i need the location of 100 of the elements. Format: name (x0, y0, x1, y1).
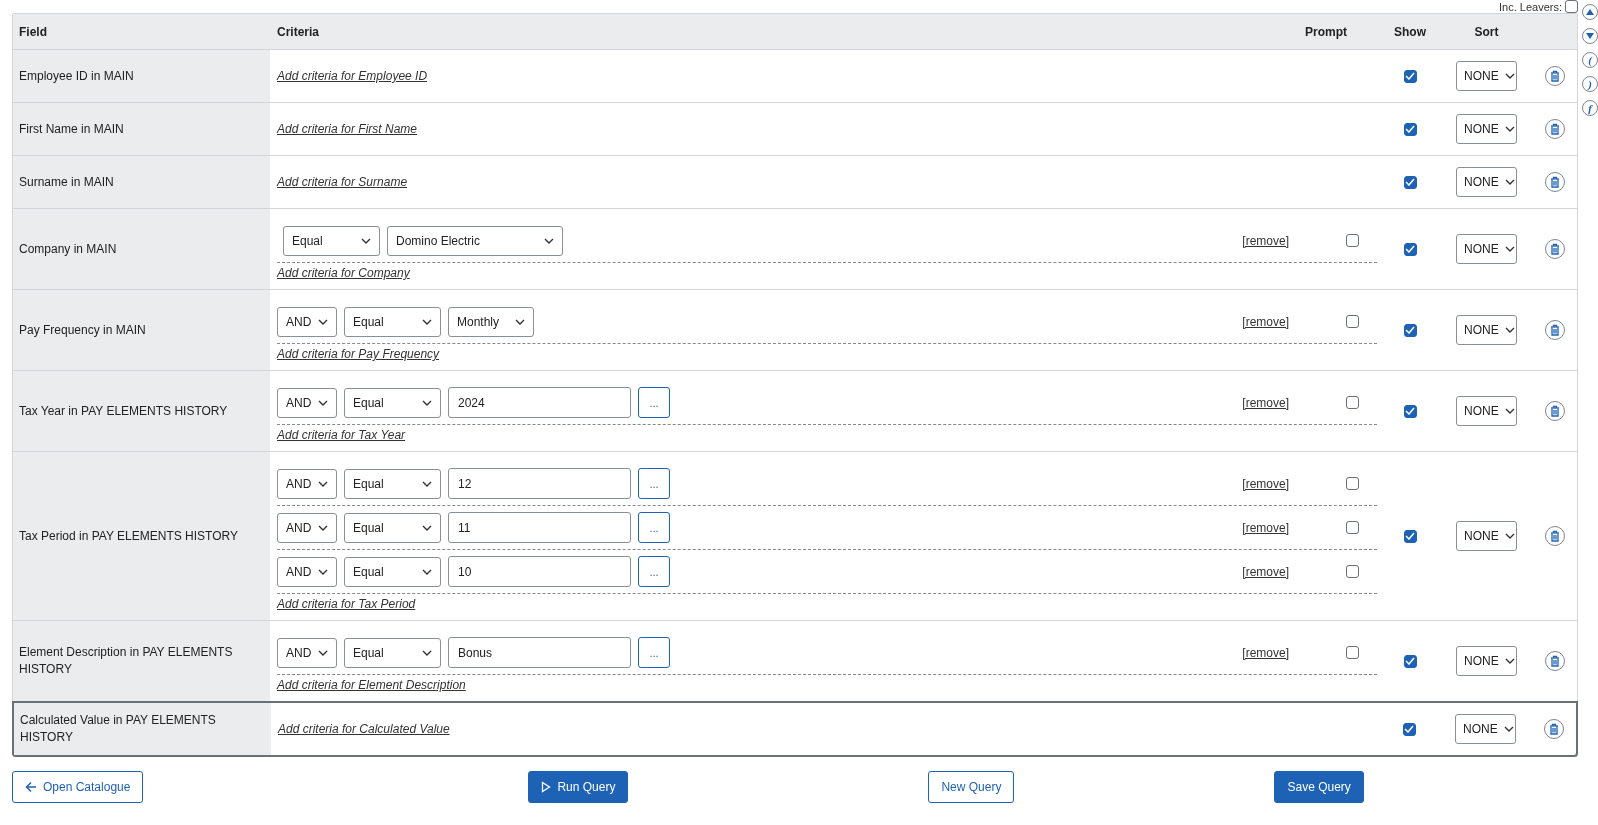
action-button[interactable]: Save Query (1274, 771, 1364, 803)
prompt-checkbox[interactable] (1345, 646, 1359, 659)
show-checkbox[interactable] (1403, 529, 1417, 543)
side-button[interactable]: ) (1582, 76, 1598, 92)
delete-button[interactable] (1545, 401, 1565, 421)
add-criteria-link[interactable]: Add criteria for Pay Frequency (277, 347, 440, 361)
remove-link[interactable]: [remove] (1242, 233, 1289, 248)
sort-dropdown[interactable]: NONE (1456, 114, 1517, 144)
move-down-button[interactable] (1582, 28, 1598, 44)
remove-link[interactable]: [remove] (1242, 395, 1289, 410)
remove-link[interactable]: [remove] (1242, 520, 1289, 535)
show-checkbox[interactable] (1403, 404, 1417, 418)
remove-link[interactable]: [remove] (1242, 476, 1289, 491)
sort-dropdown[interactable]: NONE (1456, 234, 1517, 264)
prompt-checkbox[interactable] (1345, 234, 1359, 247)
prompt-checkbox[interactable] (1345, 477, 1359, 490)
conjunction-dropdown[interactable]: AND (277, 637, 337, 668)
add-criteria-link[interactable]: Add criteria for Tax Period (277, 597, 416, 611)
table-row[interactable]: Tax Period in PAY ELEMENTS HISTORY AND Equal 12 ... [remove] AND Equal 11 ... [remove] AND Equal 10 ... [remove] Add criteria for Tax Period NONE (13, 452, 1577, 621)
add-criteria-link[interactable]: Add criteria for Calculated Value (278, 722, 450, 736)
lookup-button[interactable]: ... (638, 468, 670, 499)
lookup-button[interactable]: ... (638, 637, 670, 668)
field-name: Employee ID in MAIN (19, 67, 134, 85)
value-field[interactable]: 2024 (448, 387, 631, 418)
operator-dropdown[interactable]: Equal (344, 637, 441, 668)
show-checkbox[interactable] (1403, 69, 1417, 83)
side-button[interactable]: f (1582, 100, 1598, 116)
remove-link[interactable]: [remove] (1242, 645, 1289, 660)
sort-dropdown[interactable]: NONE (1456, 61, 1517, 91)
sort-dropdown[interactable]: NONE (1456, 646, 1517, 676)
prompt-checkbox[interactable] (1345, 315, 1359, 328)
show-checkbox[interactable] (1403, 175, 1417, 189)
delete-button[interactable] (1545, 526, 1565, 546)
sort-dropdown[interactable]: NONE (1455, 714, 1516, 744)
inc-leavers-checkbox[interactable] (1565, 0, 1578, 13)
sort-dropdown[interactable]: NONE (1456, 167, 1517, 197)
add-criteria-link[interactable]: Add criteria for Employee ID (277, 69, 428, 83)
table-row[interactable]: First Name in MAIN Add criteria for First Name NONE (13, 103, 1577, 156)
add-criteria-link[interactable]: Add criteria for First Name (277, 122, 418, 136)
operator-dropdown[interactable]: Equal (344, 387, 441, 418)
show-checkbox[interactable] (1403, 122, 1417, 136)
operator-dropdown[interactable]: Equal (344, 556, 441, 587)
side-button[interactable]: ( (1582, 52, 1598, 68)
value-field[interactable]: 11 (448, 512, 631, 543)
operator-dropdown[interactable]: Equal (344, 512, 441, 543)
conjunction-dropdown[interactable]: AND (277, 387, 337, 418)
prompt-checkbox[interactable] (1345, 565, 1359, 578)
remove-link[interactable]: [remove] (1242, 314, 1289, 329)
prompt-checkbox[interactable] (1345, 521, 1359, 534)
lookup-button[interactable]: ... (638, 512, 670, 543)
delete-button[interactable] (1545, 119, 1565, 139)
lookup-button[interactable]: ... (638, 387, 670, 418)
delete-button[interactable] (1545, 239, 1565, 259)
table-row[interactable]: Element Description in PAY ELEMENTS HISTORY AND Equal Bonus ... [remove] Add criteria for Element Description NONE (13, 621, 1577, 702)
delete-button[interactable] (1545, 66, 1565, 86)
play-icon (541, 781, 552, 793)
value-field[interactable]: 12 (448, 468, 631, 499)
operator-dropdown[interactable]: Equal (283, 225, 380, 256)
operator-dropdown[interactable]: Equal (344, 468, 441, 499)
table-row[interactable]: Surname in MAIN Add criteria for Surname NONE (13, 156, 1577, 209)
value-field[interactable]: Bonus (448, 637, 631, 668)
chevron-down-icon (1503, 726, 1514, 732)
show-checkbox[interactable] (1403, 323, 1417, 337)
delete-button[interactable] (1544, 719, 1564, 739)
sort-dropdown[interactable]: NONE (1456, 396, 1517, 426)
sort-dropdown[interactable]: NONE (1456, 315, 1517, 345)
show-checkbox[interactable] (1403, 654, 1417, 668)
add-criteria-link[interactable]: Add criteria for Surname (277, 175, 408, 189)
action-button[interactable]: Open Catalogue (12, 771, 144, 803)
operator-dropdown[interactable]: Equal (344, 306, 441, 337)
delete-button[interactable] (1545, 651, 1565, 671)
trash-icon (1550, 243, 1560, 255)
column-header: Criteria (276, 24, 321, 39)
add-criteria-link[interactable]: Add criteria for Element Description (277, 678, 466, 692)
table-row[interactable]: Calculated Value in PAY ELEMENTS HISTORY Add criteria for Calculated Value NONE (12, 701, 1578, 757)
conjunction-dropdown[interactable]: AND (277, 512, 337, 543)
table-row[interactable]: Tax Year in PAY ELEMENTS HISTORY AND Equal 2024 ... [remove] Add criteria for Tax Year NONE (13, 371, 1577, 452)
remove-link[interactable]: [remove] (1242, 564, 1289, 579)
table-row[interactable]: Company in MAIN Equal Domino Electric [remove] Add criteria for Company NONE (13, 209, 1577, 290)
chevron-down-icon (1504, 246, 1515, 252)
value-dropdown[interactable]: Monthly (448, 306, 534, 337)
table-row[interactable]: Employee ID in MAIN Add criteria for Employee ID NONE (13, 50, 1577, 103)
prompt-checkbox[interactable] (1345, 396, 1359, 409)
value-dropdown[interactable]: Domino Electric (387, 225, 563, 256)
action-button[interactable]: New Query (928, 771, 1015, 803)
conjunction-dropdown[interactable]: AND (277, 306, 337, 337)
show-checkbox[interactable] (1403, 242, 1417, 256)
conjunction-dropdown[interactable]: AND (277, 468, 337, 499)
conjunction-dropdown[interactable]: AND (277, 556, 337, 587)
add-criteria-link[interactable]: Add criteria for Tax Year (277, 428, 406, 442)
delete-button[interactable] (1545, 320, 1565, 340)
value-field[interactable]: 10 (448, 556, 631, 587)
table-row[interactable]: Pay Frequency in MAIN AND Equal Monthly [remove] Add criteria for Pay Frequency NONE (13, 290, 1577, 371)
action-button[interactable]: Run Query (528, 771, 629, 803)
show-checkbox[interactable] (1402, 722, 1416, 736)
add-criteria-link[interactable]: Add criteria for Company (277, 266, 410, 280)
sort-dropdown[interactable]: NONE (1456, 521, 1517, 551)
delete-button[interactable] (1545, 172, 1565, 192)
lookup-button[interactable]: ... (638, 556, 670, 587)
move-up-button[interactable] (1582, 4, 1598, 20)
